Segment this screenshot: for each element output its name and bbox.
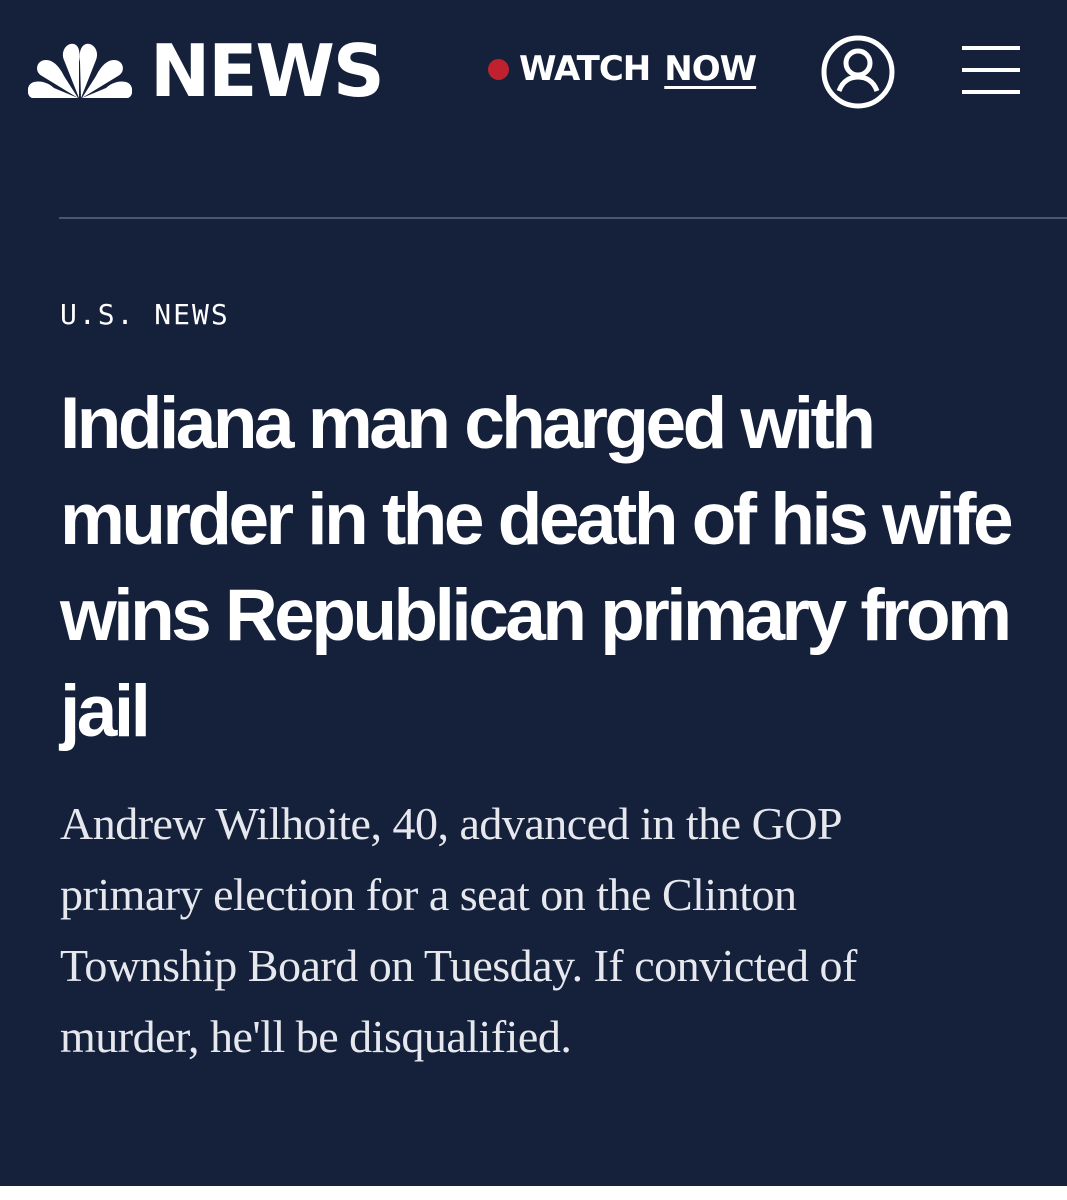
- section-label-link[interactable]: U.S. NEWS: [60, 298, 230, 331]
- watch-label: WATCH: [519, 49, 651, 89]
- live-dot-icon: [488, 58, 509, 80]
- site-header: NEWS WATCH NOW: [0, 0, 1067, 140]
- header-divider: [59, 217, 1067, 219]
- nbc-news-logo[interactable]: NEWS: [28, 29, 385, 113]
- nbc-peacock-icon: [28, 43, 132, 98]
- article-page: NEWS WATCH NOW U.S. NEWS Indiana man cha…: [0, 0, 1067, 1186]
- article-dek: Andrew Wilhoite, 40, advanced in the GOP…: [60, 798, 857, 1062]
- hamburger-menu-icon[interactable]: [962, 46, 1020, 96]
- account-button[interactable]: [820, 34, 896, 110]
- user-account-icon: [821, 35, 895, 109]
- menu-line: [962, 68, 1020, 72]
- menu-line: [962, 90, 1020, 94]
- watch-now-button[interactable]: WATCH NOW: [488, 47, 757, 91]
- article-headline: Indiana man charged with murder in the d…: [60, 383, 1014, 752]
- watch-now-label: NOW: [664, 49, 757, 89]
- menu-line: [962, 46, 1020, 50]
- brand-wordmark: NEWS: [150, 29, 385, 113]
